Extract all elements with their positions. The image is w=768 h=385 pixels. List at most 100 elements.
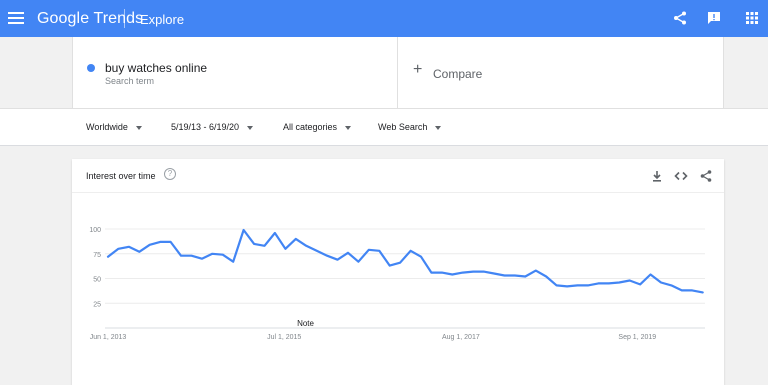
divider: [124, 9, 125, 28]
y-tick-label: 100: [89, 227, 101, 234]
y-tick-label: 25: [93, 301, 101, 308]
category-label: All categories: [283, 122, 338, 132]
data-point: [147, 242, 152, 247]
data-point: [544, 274, 549, 279]
data-point: [690, 288, 695, 293]
x-tick-label: Jul 1, 2015: [267, 334, 301, 341]
compare-label: Compare: [433, 67, 483, 81]
data-point: [304, 243, 309, 248]
data-point: [325, 253, 330, 258]
x-tick-label: Jun 1, 2013: [90, 334, 127, 341]
apps-icon[interactable]: [744, 10, 760, 26]
data-point: [638, 282, 643, 287]
data-point: [126, 244, 131, 249]
caret-down-icon: [247, 125, 254, 130]
card-header: Interest over time ?: [72, 159, 724, 193]
data-point: [210, 251, 215, 256]
data-point: [272, 230, 277, 235]
data-point: [471, 269, 476, 274]
data-point: [627, 278, 632, 283]
data-point: [450, 272, 455, 277]
caret-down-icon: [135, 125, 142, 130]
data-point: [658, 280, 663, 285]
feedback-icon[interactable]: [706, 10, 722, 26]
property-dropdown[interactable]: Web Search: [378, 122, 442, 132]
page-title: Explore: [140, 12, 185, 27]
data-point: [345, 250, 350, 255]
data-point: [606, 281, 611, 286]
x-tick-label: Aug 1, 2017: [442, 334, 480, 341]
menu-icon[interactable]: [8, 9, 24, 27]
data-point: [189, 253, 194, 258]
date-range-label: 5/19/13 - 6/19/20: [171, 122, 240, 132]
data-point: [648, 272, 653, 277]
interest-over-time-card: Interest over time ? 25 50 75 100 Jun 1, 201…: [72, 159, 724, 385]
caret-down-icon: [435, 125, 442, 130]
data-point: [523, 274, 528, 279]
data-point: [387, 263, 392, 268]
data-point: [106, 254, 111, 259]
data-point: [356, 259, 361, 264]
download-icon[interactable]: [650, 169, 664, 183]
data-point: [252, 241, 257, 246]
share-icon[interactable]: [672, 10, 688, 26]
date-range-dropdown[interactable]: 5/19/13 - 6/19/20: [171, 122, 254, 132]
data-point: [679, 288, 684, 293]
search-terms-row: buy watches online Search term + Compare: [0, 37, 768, 108]
data-point: [700, 290, 705, 295]
data-point: [512, 273, 517, 278]
data-point: [168, 239, 173, 244]
data-point: [116, 246, 121, 251]
data-point: [502, 273, 507, 278]
search-term-type: Search term: [105, 76, 155, 86]
property-label: Web Search: [378, 122, 428, 132]
data-point: [575, 283, 580, 288]
data-point: [481, 269, 486, 274]
term-color-dot: [87, 64, 95, 72]
data-point: [179, 253, 184, 258]
help-icon[interactable]: ?: [164, 168, 176, 180]
data-point: [262, 243, 267, 248]
data-point: [231, 259, 236, 264]
card-title: Interest over time: [86, 171, 156, 181]
interest-line-chart: 25 50 75 100 Jun 1, 2013 Jul 1, 2015 Aug 1, 20…: [89, 227, 705, 341]
data-point: [377, 248, 382, 253]
embed-icon[interactable]: [674, 169, 688, 183]
data-point: [283, 246, 288, 251]
category-dropdown[interactable]: All categories: [283, 122, 352, 132]
data-point: [439, 270, 444, 275]
data-point: [137, 249, 142, 254]
data-point: [314, 248, 319, 253]
data-point: [669, 283, 674, 288]
y-tick-label: 50: [93, 277, 101, 284]
data-point: [429, 270, 434, 275]
compare-button[interactable]: + Compare: [398, 37, 724, 108]
data-point: [460, 270, 465, 275]
data-point: [199, 256, 204, 261]
region-dropdown[interactable]: Worldwide: [86, 122, 142, 132]
data-point: [398, 260, 403, 265]
data-point: [293, 236, 298, 241]
data-point: [241, 227, 246, 232]
data-point: [554, 283, 559, 288]
filter-bar: Worldwide 5/19/13 - 6/19/20 All categori…: [0, 108, 768, 146]
search-term-label[interactable]: buy watches online: [105, 61, 207, 75]
app-bar: Google Trends Explore: [0, 0, 768, 37]
data-point: [617, 280, 622, 285]
series-line: [106, 228, 704, 294]
data-point: [492, 271, 497, 276]
data-point: [585, 283, 590, 288]
data-point: [565, 284, 570, 289]
region-label: Worldwide: [86, 122, 128, 132]
search-term-card[interactable]: buy watches online Search term: [72, 37, 398, 108]
data-point: [158, 239, 163, 244]
data-point: [418, 254, 423, 259]
x-tick-label: Sep 1, 2019: [618, 334, 656, 341]
data-point: [533, 268, 538, 273]
share-icon[interactable]: [699, 169, 713, 183]
data-point: [596, 281, 601, 286]
plus-icon: +: [413, 61, 423, 78]
app-logo[interactable]: Google Trends: [37, 10, 143, 28]
data-point: [408, 248, 413, 253]
chart-annotation-label: Note: [297, 319, 314, 328]
